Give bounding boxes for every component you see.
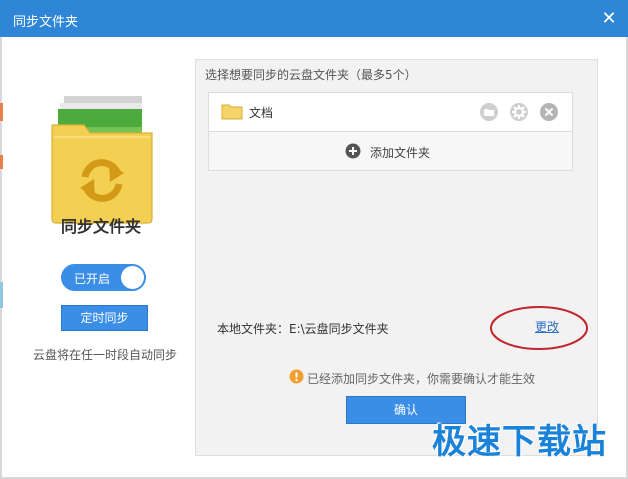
add-folder-label: 添加文件夹: [370, 146, 431, 160]
window-title: 同步文件夹: [13, 15, 79, 30]
folder-list-item[interactable]: 文档: [208, 92, 573, 132]
remove-icon[interactable]: [539, 102, 559, 122]
close-icon[interactable]: ✕: [598, 8, 620, 30]
notice-text: 已经添加同步文件夹，你需要确认才能生效: [307, 372, 536, 386]
watermark-text: 极速下载站: [432, 422, 607, 462]
sync-description: 云盘将在任一时段自动同步: [32, 348, 177, 362]
toggle-label: 已开启: [74, 272, 111, 286]
plus-circle-icon: [345, 143, 361, 159]
sync-toggle[interactable]: 已开启: [61, 264, 146, 291]
title-bar: 同步文件夹 ✕: [0, 0, 628, 37]
local-folder-path: 本地文件夹：E:\云盘同步文件夹: [217, 322, 389, 336]
open-folder-icon[interactable]: [479, 102, 499, 122]
right-panel: 选择想要同步的云盘文件夹（最多5个） 文档 添加文件夹 本地文件夹：E:\云盘同…: [195, 59, 598, 456]
add-folder-button[interactable]: 添加文件夹: [208, 131, 573, 171]
toggle-knob: [121, 266, 144, 289]
scheduled-sync-button[interactable]: 定时同步: [61, 305, 148, 331]
instruction-text: 选择想要同步的云盘文件夹（最多5个）: [205, 68, 417, 82]
left-panel: 同步文件夹 已开启 定时同步 云盘将在任一时段自动同步: [2, 37, 194, 477]
folder-icon: [221, 104, 243, 120]
folder-name: 文档: [249, 106, 274, 120]
sync-folder-icon: [51, 96, 153, 224]
panel-title: 同步文件夹: [60, 217, 141, 236]
settings-gear-icon[interactable]: [509, 102, 529, 122]
info-icon: [289, 369, 304, 384]
annotation-ring: [490, 306, 588, 350]
